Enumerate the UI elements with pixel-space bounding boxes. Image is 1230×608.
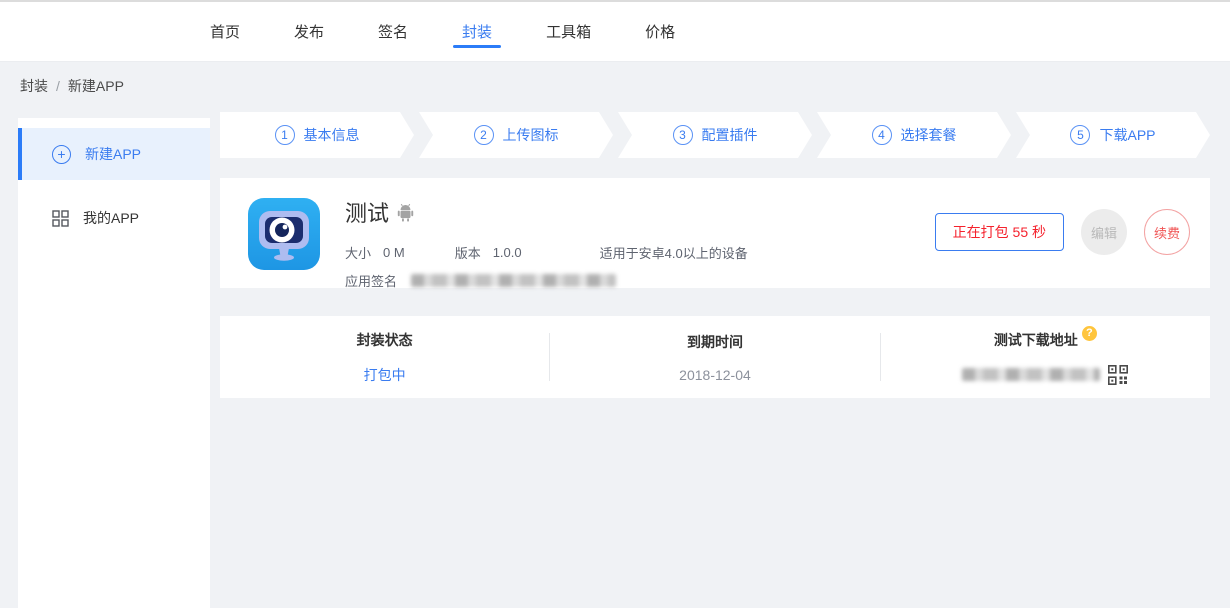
qr-code-icon[interactable] [1108,365,1128,385]
signature-redacted-blur [411,274,616,287]
step-label: 上传图标 [503,125,559,145]
step-number: 5 [1070,125,1090,145]
breadcrumb-separator: / [56,78,60,94]
app-signature-row: 应用签名 [345,271,748,290]
sidebar-item-label: 新建APP [85,144,141,164]
expiry-title: 到期时间 [687,332,743,352]
download-url-title: 测试下载地址 [994,330,1078,350]
breadcrumb-package[interactable]: 封装 [20,76,48,96]
breadcrumb: 封装 / 新建APP [20,76,124,96]
nav-item-toolbox[interactable]: 工具箱 [546,2,591,61]
nav-item-home[interactable]: 首页 [210,2,240,61]
step-number: 2 [474,125,494,145]
plus-circle-icon: + [52,145,71,164]
help-coin-icon[interactable]: ? [1082,326,1097,341]
size-value: 0 M [383,245,405,260]
step-label: 配置插件 [702,125,758,145]
step-number: 4 [872,125,892,145]
sidebar-item-new-app[interactable]: + 新建APP [18,128,210,180]
step-number: 3 [673,125,693,145]
step-label: 选择套餐 [901,125,957,145]
app-meta-row: 大小 0 M 版本 1.0.0 适用于安卓4.0以上的设备 [345,243,748,262]
nav-item-price[interactable]: 价格 [645,2,675,61]
version-label: 版本 [455,243,481,262]
step-configure-plugins[interactable]: 3 配置插件 [618,112,812,158]
step-upload-icon[interactable]: 2 上传图标 [419,112,613,158]
expiry-value: 2018-12-04 [679,367,751,383]
android-icon [397,203,414,222]
version-value: 1.0.0 [493,245,522,260]
package-state-value[interactable]: 打包中 [364,365,406,385]
status-card: 封装状态 打包中 到期时间 2018-12-04 测试下载地址 ? [220,316,1210,398]
sidebar: + 新建APP 我的APP [18,118,210,608]
packing-status-button[interactable]: 正在打包 55 秒 [935,213,1064,251]
nav-item-signature[interactable]: 签名 [378,2,408,61]
nav-item-publish[interactable]: 发布 [294,2,324,61]
app-packaging-page: { "nav": { "items": [ { "label": "首页" },… [0,0,1230,608]
sidebar-item-label: 我的APP [83,208,139,228]
app-name: 测试 [345,196,389,228]
top-navbar: 首页 发布 签名 封装 工具箱 价格 [0,0,1230,62]
renew-button[interactable]: 续费 [1144,209,1190,255]
app-card-actions: 正在打包 55 秒 编辑 续费 [935,209,1190,255]
size-label: 大小 [345,243,371,262]
step-label: 下载APP [1099,125,1155,145]
compat-text: 适用于安卓4.0以上的设备 [600,243,748,262]
nav-item-package[interactable]: 封装 [462,2,492,61]
step-select-plan[interactable]: 4 选择套餐 [817,112,1011,158]
grid-icon [52,210,69,227]
step-basic-info[interactable]: 1 基本信息 [220,112,414,158]
download-url-redacted-blur [962,368,1100,381]
sidebar-item-my-app[interactable]: 我的APP [18,192,210,244]
status-col-expiry: 到期时间 2018-12-04 [550,316,879,398]
app-info: 测试 大小 0 M 版本 1.0.0 适用于安卓4.0以上的设备 应用 [345,196,748,290]
app-logo [248,198,320,270]
breadcrumb-new-app: 新建APP [68,76,124,96]
step-label: 基本信息 [304,125,360,145]
step-number: 1 [275,125,295,145]
app-card: 测试 大小 0 M 版本 1.0.0 适用于安卓4.0以上的设备 应用 [220,178,1210,288]
status-col-download-url: 测试下载地址 ? [881,316,1210,398]
status-col-package-state: 封装状态 打包中 [220,316,549,398]
signature-label: 应用签名 [345,271,397,290]
step-download-app[interactable]: 5 下载APP [1016,112,1210,158]
edit-button[interactable]: 编辑 [1081,209,1127,255]
package-state-title: 封装状态 [357,330,413,350]
wizard-stepper: 1 基本信息 2 上传图标 3 配置插件 4 选择套餐 5 下载APP [220,112,1210,158]
